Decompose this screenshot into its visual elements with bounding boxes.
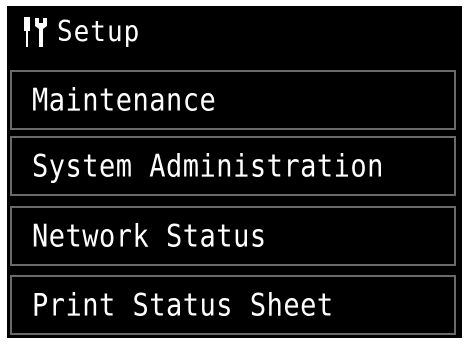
title-bar: Setup bbox=[7, 6, 462, 58]
menu-item-label: Print Status Sheet bbox=[32, 287, 334, 323]
menu-item-network-status[interactable]: Network Status bbox=[10, 206, 456, 266]
menu-item-label: Network Status bbox=[32, 218, 267, 254]
menu-item-system-administration[interactable]: System Administration bbox=[10, 136, 456, 196]
menu-item-label: System Administration bbox=[32, 148, 384, 184]
menu-item-label: Maintenance bbox=[32, 82, 217, 118]
lcd-screen: Setup Maintenance System Administration … bbox=[7, 6, 462, 338]
menu-item-maintenance[interactable]: Maintenance bbox=[10, 70, 456, 130]
page-title: Setup bbox=[57, 15, 141, 49]
menu-item-print-status-sheet[interactable]: Print Status Sheet bbox=[10, 275, 456, 335]
wrench-screwdriver-icon bbox=[15, 12, 55, 52]
